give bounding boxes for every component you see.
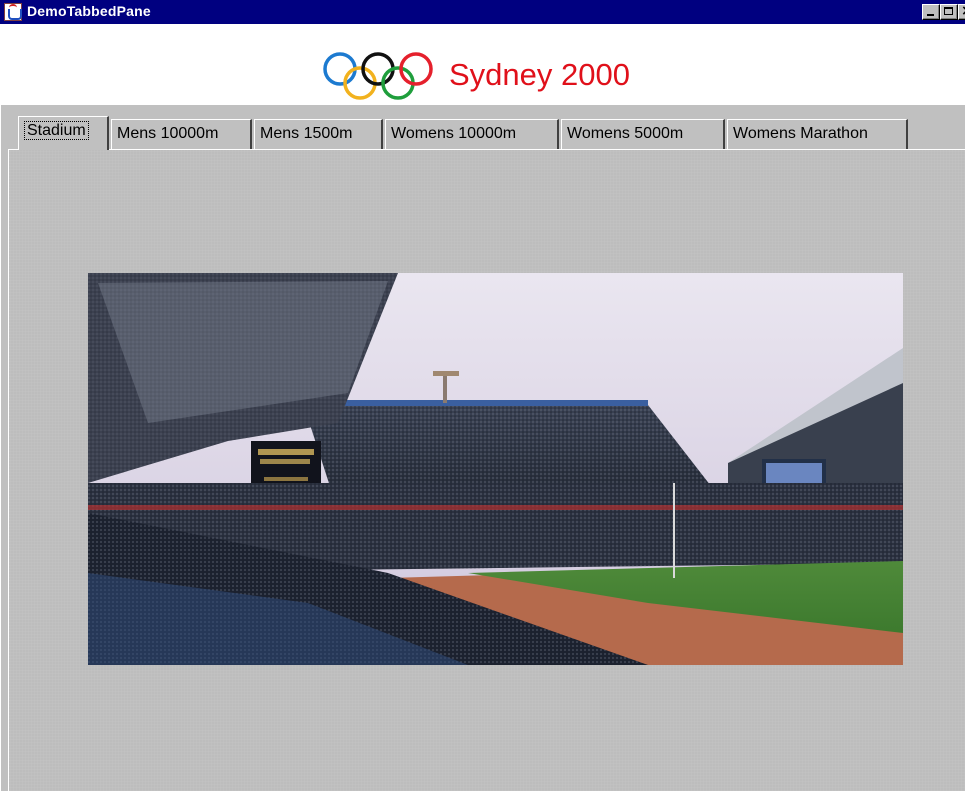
stadium-image <box>88 273 903 665</box>
header-title: Sydney 2000 <box>449 57 630 92</box>
maximize-button[interactable] <box>940 4 958 20</box>
tab-womens-10000m[interactable]: Womens 10000m <box>385 119 559 149</box>
java-app-icon[interactable] <box>4 3 22 21</box>
maximize-icon <box>944 7 953 15</box>
minimize-icon <box>927 14 934 16</box>
close-icon: × <box>961 3 965 19</box>
tab-mens-1500m[interactable]: Mens 1500m <box>254 119 383 149</box>
tab-womens-marathon[interactable]: Womens Marathon <box>727 119 908 149</box>
olympic-rings-logo <box>323 52 433 100</box>
tab-stadium[interactable]: Stadium <box>18 116 109 150</box>
title-bar[interactable]: DemoTabbedPane × <box>0 0 965 24</box>
stadium-photo <box>88 273 903 665</box>
tab-mens-10000m[interactable]: Mens 10000m <box>111 119 252 149</box>
minimize-button[interactable] <box>922 4 940 20</box>
tab-womens-5000m[interactable]: Womens 5000m <box>561 119 725 149</box>
window-title: DemoTabbedPane <box>27 3 151 19</box>
header-banner: Sydney 2000 <box>0 24 965 105</box>
app-window: DemoTabbedPane × Sydney 2000 Stadium Men… <box>0 0 965 791</box>
close-button[interactable]: × <box>958 3 965 20</box>
